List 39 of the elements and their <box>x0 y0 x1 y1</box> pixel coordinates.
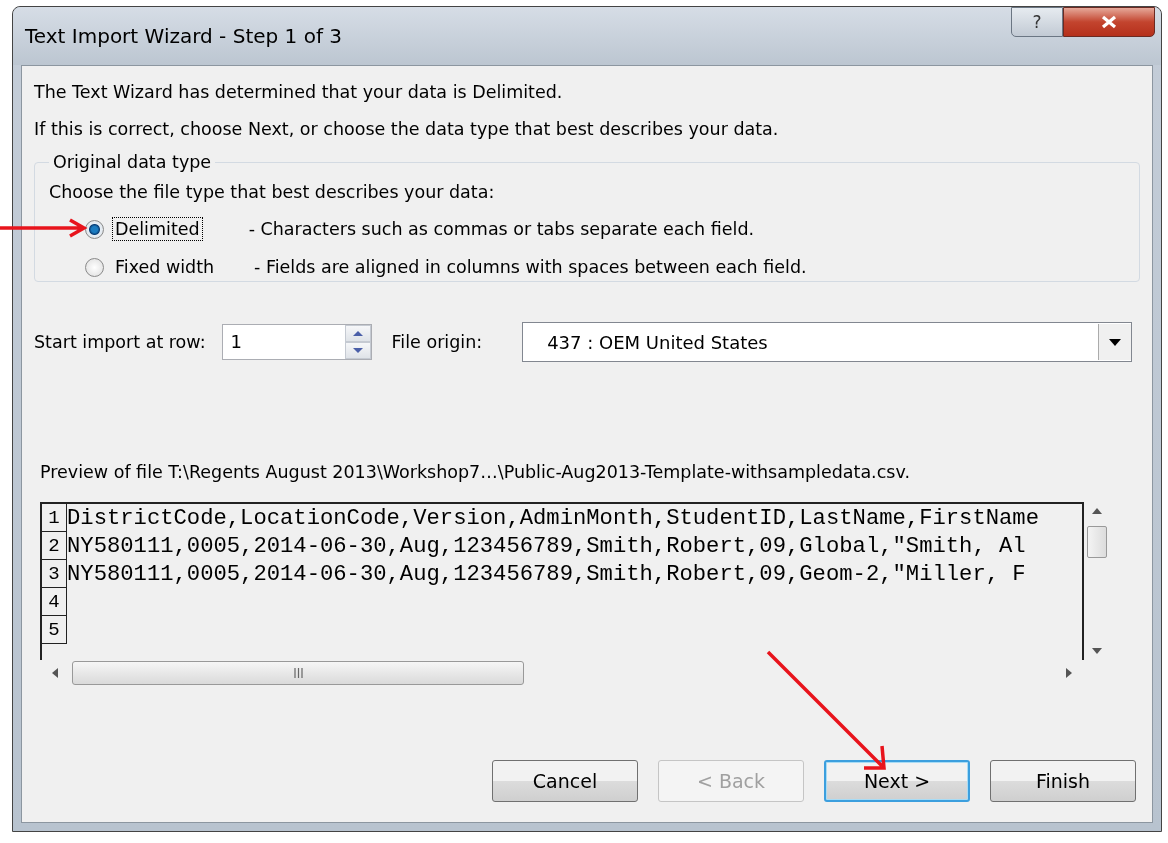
scroll-thumb[interactable] <box>1087 526 1108 558</box>
line-number: 5 <box>42 616 67 644</box>
help-button[interactable]: ? <box>1011 7 1063 37</box>
window-title: Text Import Wizard - Step 1 of 3 <box>25 24 343 48</box>
line-number: 1 <box>42 504 67 532</box>
preview-line: NY580111,0005,2014-06-30,Aug,123456789,Smith,Robert,09,Global,"Smith, Al <box>67 533 1026 559</box>
scroll-left-icon[interactable] <box>52 668 58 678</box>
line-number: 4 <box>42 588 67 616</box>
spin-down-icon[interactable] <box>344 342 371 359</box>
preview-caption: Preview of file T:\Regents August 2013\Workshop7…\Public-Aug2013-Template-withsampledata.csv. <box>40 462 911 482</box>
option-description: - Characters such as commas or tabs separate each field. <box>248 219 755 239</box>
dialog-button[interactable]: Finish <box>990 760 1136 802</box>
option-description: - Fields are aligned in columns with spaces between each field. <box>254 257 807 277</box>
line-number: 3 <box>42 560 67 588</box>
line-number: 2 <box>42 532 67 560</box>
preview-line: DistrictCode,LocationCode,Version,AdminMonth,StudentID,LastName,FirstName <box>67 505 1039 531</box>
prompt-text: Choose the file type that best describes your data: <box>49 182 496 202</box>
radio-button[interactable] <box>85 219 104 239</box>
dialog-button[interactable]: Next > <box>824 760 970 802</box>
scroll-thumb[interactable] <box>72 661 524 685</box>
group-legend: Original data type <box>49 152 216 172</box>
intro-text: The Text Wizard has determined that your data is Delimited. <box>34 82 564 102</box>
radio-button[interactable] <box>85 257 104 277</box>
start-row-field[interactable]: 1 <box>221 324 372 360</box>
intro-text: If this is correct, choose Next, or choose the data type that best describes your data. <box>34 119 780 139</box>
scroll-up-icon[interactable] <box>1092 508 1103 514</box>
grip-icon <box>293 668 303 678</box>
close-icon <box>1100 15 1118 29</box>
option-label[interactable]: Delimited <box>112 217 203 241</box>
spin-up-icon[interactable] <box>344 325 371 342</box>
dialog-button[interactable]: Cancel <box>492 760 638 802</box>
scroll-right-icon[interactable] <box>1066 668 1072 678</box>
file-origin-label: File origin: <box>391 332 483 352</box>
start-row-label: Start import at row: <box>34 332 206 352</box>
file-origin-dropdown[interactable]: 437 : OEM United States <box>522 322 1132 362</box>
preview-line: NY580111,0005,2014-06-30,Aug,123456789,Smith,Robert,09,Geom-2,"Miller, F <box>67 561 1026 587</box>
scroll-down-icon[interactable] <box>1092 648 1103 654</box>
option-label[interactable]: Fixed width <box>112 255 254 279</box>
close-button[interactable] <box>1063 7 1155 37</box>
